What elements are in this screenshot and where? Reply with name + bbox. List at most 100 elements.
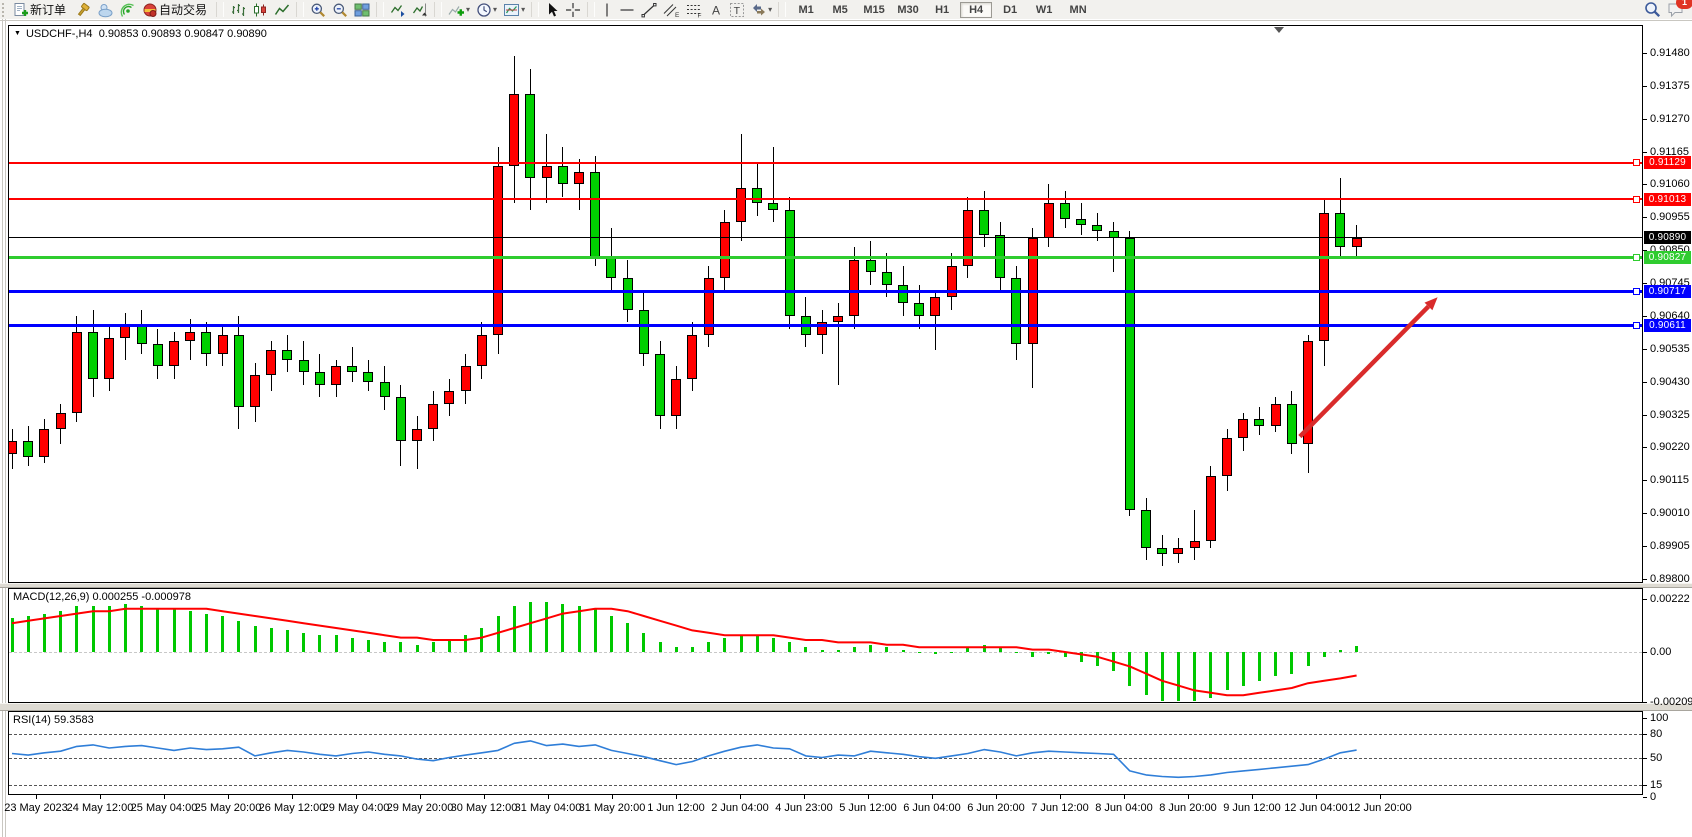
macd-histogram-bar (1339, 650, 1342, 652)
timeframe-H1[interactable]: H1 (926, 2, 958, 18)
main-chart-area[interactable] (9, 26, 1642, 582)
price-tick (1643, 579, 1647, 580)
candlestick-chart-button[interactable] (250, 1, 270, 18)
panel-splitter[interactable] (0, 583, 1692, 588)
hline-handle[interactable] (1633, 159, 1640, 166)
price-tick (1643, 119, 1647, 120)
time-label: 8 Jun 04:00 (1095, 802, 1153, 814)
time-label: 6 Jun 04:00 (903, 802, 961, 814)
zoom-out-button[interactable] (330, 1, 350, 18)
candle (347, 366, 357, 372)
chart-shift-button[interactable] (410, 1, 430, 18)
text-label-icon: T (729, 2, 745, 18)
time-label: 23 May 2023 (4, 802, 68, 814)
candle (315, 372, 325, 385)
chevron-down-icon[interactable]: ▼ (14, 30, 21, 37)
candle (1335, 213, 1345, 247)
hline-handle[interactable] (1633, 196, 1640, 203)
hline-0.90827[interactable] (9, 256, 1642, 259)
timeframe-M30[interactable]: M30 (892, 2, 924, 18)
time-tick (1252, 795, 1253, 799)
community-button[interactable] (95, 1, 116, 18)
chat-button[interactable]: 1 (1665, 1, 1687, 18)
timeframe-D1[interactable]: D1 (994, 2, 1026, 18)
search-icon (1644, 1, 1661, 18)
gavel-button[interactable] (73, 1, 93, 18)
search-button[interactable] (1642, 1, 1663, 18)
candle (525, 94, 535, 179)
hline-handle[interactable] (1633, 288, 1640, 295)
time-tick (36, 795, 37, 799)
macd-histogram-bar (788, 642, 791, 652)
vertical-line-tool[interactable] (599, 1, 615, 18)
rsi-level-50 (9, 758, 1642, 760)
line-chart-button[interactable] (272, 1, 292, 18)
candle (833, 316, 843, 322)
candle-wick (1113, 222, 1114, 272)
zoom-in-button[interactable] (308, 1, 328, 18)
ohlc-values: 0.90853 0.90893 0.90847 0.90890 (99, 28, 267, 40)
hline-0.91129[interactable] (9, 162, 1642, 164)
candle (979, 210, 989, 235)
timeframe-H4[interactable]: H4 (960, 2, 992, 18)
time-label: 9 Jun 12:00 (1223, 802, 1281, 814)
signals-button[interactable] (118, 1, 138, 18)
bar-chart-button[interactable] (228, 1, 248, 18)
periods-button[interactable]: ▾ (474, 1, 499, 18)
hline-0.90890[interactable] (9, 237, 1642, 238)
signal-icon (120, 2, 136, 18)
macd-histogram-bar (92, 606, 95, 652)
autotrade-label[interactable]: 自动交易 (159, 1, 207, 18)
timeframe-M15[interactable]: M15 (858, 2, 890, 18)
timeframe-M5[interactable]: M5 (824, 2, 856, 18)
timeframe-MN[interactable]: MN (1062, 2, 1094, 18)
timeframe-W1[interactable]: W1 (1028, 2, 1060, 18)
autotrade-button[interactable]: 自动交易 (140, 1, 212, 18)
indicators-button[interactable]: ▾ (446, 1, 472, 18)
macd-histogram-bar (124, 604, 127, 652)
hline-0.90611[interactable] (9, 324, 1642, 327)
auto-scroll-button[interactable] (388, 1, 408, 18)
chart-shift-marker[interactable] (1274, 27, 1284, 33)
macd-histogram-bar (1274, 652, 1277, 676)
time-label: 30 May 12:00 (451, 802, 518, 814)
price-tick (1643, 184, 1647, 185)
indicators-icon (448, 2, 465, 18)
notification-badge[interactable]: 1 (1676, 0, 1692, 9)
candle (1238, 419, 1248, 438)
new-order-button[interactable]: 新订单 (11, 1, 71, 18)
shapes-tool[interactable]: ▾ (749, 1, 774, 18)
price-tick (1643, 480, 1647, 481)
hline-handle[interactable] (1633, 254, 1640, 261)
new-order-label[interactable]: 新订单 (30, 1, 66, 18)
panel-splitter[interactable] (0, 703, 1692, 711)
hline-0.91013[interactable] (9, 198, 1642, 200)
trendline-tool[interactable] (639, 1, 659, 18)
macd-histogram-bar (221, 616, 224, 652)
macd-panel-area[interactable] (9, 589, 1642, 702)
horizontal-line-tool[interactable] (617, 1, 637, 18)
cursor-button[interactable] (543, 1, 561, 18)
rsi-tick (1643, 734, 1647, 735)
macd-histogram-bar (318, 635, 321, 652)
toolbar-separator (216, 2, 224, 17)
macd-histogram-bar (772, 638, 775, 652)
text-label-tool[interactable]: T (727, 1, 747, 18)
crosshair-button[interactable] (563, 1, 583, 18)
fibonacci-tool[interactable]: F (684, 1, 705, 18)
channel-tool[interactable]: E (661, 1, 682, 18)
tile-windows-button[interactable] (352, 1, 372, 18)
hline-handle[interactable] (1633, 322, 1640, 329)
hline-0.90717[interactable] (9, 290, 1642, 293)
text-tool[interactable]: A (707, 1, 725, 18)
macd-label: MACD(12,26,9) 0.000255 -0.000978 (13, 591, 191, 603)
candle-wick (1194, 510, 1195, 560)
macd-histogram-bar (804, 647, 807, 652)
rsi-panel-area[interactable] (9, 712, 1642, 794)
dropdown-caret: ▾ (768, 5, 772, 14)
time-label: 25 May 20:00 (195, 802, 262, 814)
timeframe-M1[interactable]: M1 (790, 2, 822, 18)
price-tick-label: 0.90220 (1650, 441, 1690, 453)
templates-button[interactable]: ▾ (501, 1, 527, 18)
candle (1173, 548, 1183, 554)
